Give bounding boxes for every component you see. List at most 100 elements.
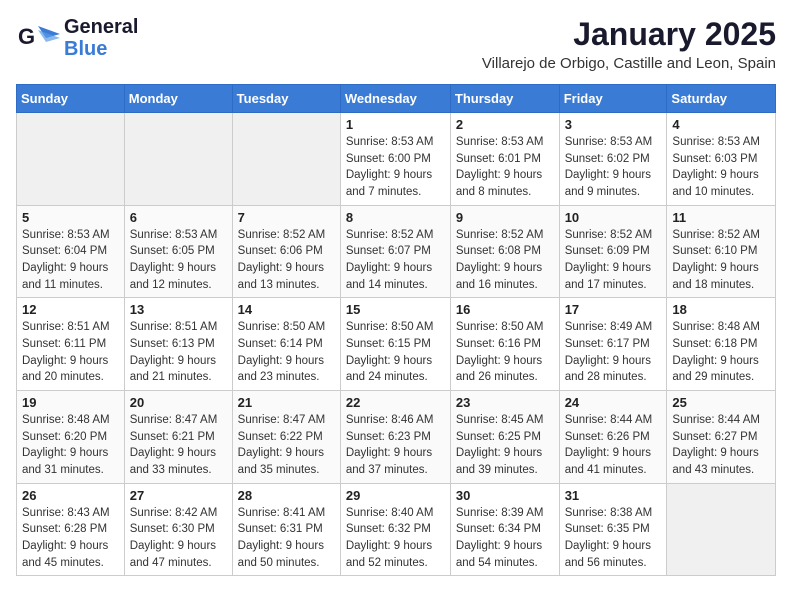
calendar-cell: 16 Sunrise: 8:50 AMSunset: 6:16 PMDayligh… (450, 298, 559, 391)
day-info: Sunrise: 8:51 AMSunset: 6:11 PMDaylight:… (22, 319, 119, 386)
calendar-cell (17, 113, 125, 206)
weekday-thursday: Thursday (450, 85, 559, 113)
day-number: 22 (346, 395, 445, 410)
day-number: 23 (456, 395, 554, 410)
day-info: Sunrise: 8:52 AMSunset: 6:06 PMDaylight:… (238, 227, 335, 294)
day-info: Sunrise: 8:51 AMSunset: 6:13 PMDaylight:… (130, 319, 227, 386)
day-info: Sunrise: 8:44 AMSunset: 6:27 PMDaylight:… (672, 412, 770, 479)
calendar-cell: 4 Sunrise: 8:53 AMSunset: 6:03 PMDaylight… (667, 113, 776, 206)
day-number: 17 (565, 302, 662, 317)
day-info: Sunrise: 8:48 AMSunset: 6:18 PMDaylight:… (672, 319, 770, 386)
calendar-cell: 1 Sunrise: 8:53 AMSunset: 6:00 PMDaylight… (340, 113, 450, 206)
day-number: 19 (22, 395, 119, 410)
month-title: January 2025 (482, 16, 776, 53)
day-info: Sunrise: 8:43 AMSunset: 6:28 PMDaylight:… (22, 505, 119, 572)
day-number: 2 (456, 117, 554, 132)
day-number: 25 (672, 395, 770, 410)
calendar-cell: 15 Sunrise: 8:50 AMSunset: 6:15 PMDayligh… (340, 298, 450, 391)
calendar-week-5: 26Sunrise: 8:43 AMSunset: 6:28 PMDayligh… (17, 483, 776, 576)
calendar-cell: 22 Sunrise: 8:46 AMSunset: 6:23 PMDayligh… (340, 391, 450, 484)
calendar-cell: 5 Sunrise: 8:53 AMSunset: 6:04 PMDaylight… (17, 205, 125, 298)
logo-icon: G (16, 16, 60, 60)
calendar-cell: 25 Sunrise: 8:44 AMSunset: 6:27 PMDayligh… (667, 391, 776, 484)
calendar-cell: 29 Sunrise: 8:40 AMSunset: 6:32 PMDayligh… (340, 483, 450, 576)
day-info: Sunrise: 8:46 AMSunset: 6:23 PMDaylight:… (346, 412, 445, 479)
day-number: 3 (565, 117, 662, 132)
day-info: Sunrise: 8:49 AMSunset: 6:17 PMDaylight:… (565, 319, 662, 386)
day-number: 16 (456, 302, 554, 317)
day-info: Sunrise: 8:42 AMSunset: 6:30 PMDaylight:… (130, 505, 227, 572)
day-number: 29 (346, 488, 445, 503)
day-info: Sunrise: 8:53 AMSunset: 6:01 PMDaylight:… (456, 134, 554, 201)
calendar-cell: 9 Sunrise: 8:52 AMSunset: 6:08 PMDaylight… (450, 205, 559, 298)
page-header: G General Blue January 2025 Villarejo de… (16, 16, 776, 72)
calendar-cell: 21Sunrise: 8:47 AMSunset: 6:22 PMDayligh… (232, 391, 340, 484)
weekday-header-row: SundayMondayTuesdayWednesdayThursdayFrid… (17, 85, 776, 113)
day-number: 30 (456, 488, 554, 503)
calendar-cell: 27 Sunrise: 8:42 AMSunset: 6:30 PMDayligh… (124, 483, 232, 576)
calendar-cell (232, 113, 340, 206)
day-number: 11 (672, 210, 770, 225)
weekday-friday: Friday (559, 85, 667, 113)
day-info: Sunrise: 8:40 AMSunset: 6:32 PMDaylight:… (346, 505, 445, 572)
day-info: Sunrise: 8:39 AMSunset: 6:34 PMDaylight:… (456, 505, 554, 572)
calendar-cell: 7 Sunrise: 8:52 AMSunset: 6:06 PMDaylight… (232, 205, 340, 298)
calendar-cell: 2 Sunrise: 8:53 AMSunset: 6:01 PMDaylight… (450, 113, 559, 206)
calendar-week-3: 12Sunrise: 8:51 AMSunset: 6:11 PMDayligh… (17, 298, 776, 391)
day-info: Sunrise: 8:47 AMSunset: 6:21 PMDaylight:… (130, 412, 227, 479)
day-number: 21 (238, 395, 335, 410)
day-number: 20 (130, 395, 227, 410)
day-number: 4 (672, 117, 770, 132)
calendar-cell: 24Sunrise: 8:44 AMSunset: 6:26 PMDayligh… (559, 391, 667, 484)
calendar-cell (124, 113, 232, 206)
day-info: Sunrise: 8:38 AMSunset: 6:35 PMDaylight:… (565, 505, 662, 572)
calendar-cell: 28Sunrise: 8:41 AMSunset: 6:31 PMDayligh… (232, 483, 340, 576)
day-info: Sunrise: 8:52 AMSunset: 6:07 PMDaylight:… (346, 227, 445, 294)
day-info: Sunrise: 8:50 AMSunset: 6:14 PMDaylight:… (238, 319, 335, 386)
day-number: 14 (238, 302, 335, 317)
day-info: Sunrise: 8:53 AMSunset: 6:05 PMDaylight:… (130, 227, 227, 294)
weekday-saturday: Saturday (667, 85, 776, 113)
day-number: 9 (456, 210, 554, 225)
calendar-cell (667, 483, 776, 576)
calendar-cell: 20 Sunrise: 8:47 AMSunset: 6:21 PMDayligh… (124, 391, 232, 484)
calendar-cell: 13 Sunrise: 8:51 AMSunset: 6:13 PMDayligh… (124, 298, 232, 391)
day-info: Sunrise: 8:41 AMSunset: 6:31 PMDaylight:… (238, 505, 335, 572)
calendar-cell: 26Sunrise: 8:43 AMSunset: 6:28 PMDayligh… (17, 483, 125, 576)
calendar-cell: 10Sunrise: 8:52 AMSunset: 6:09 PMDayligh… (559, 205, 667, 298)
day-number: 24 (565, 395, 662, 410)
day-info: Sunrise: 8:50 AMSunset: 6:16 PMDaylight:… (456, 319, 554, 386)
day-info: Sunrise: 8:50 AMSunset: 6:15 PMDaylight:… (346, 319, 445, 386)
calendar-week-1: 1 Sunrise: 8:53 AMSunset: 6:00 PMDaylight… (17, 113, 776, 206)
day-info: Sunrise: 8:52 AMSunset: 6:08 PMDaylight:… (456, 227, 554, 294)
calendar-cell: 31Sunrise: 8:38 AMSunset: 6:35 PMDayligh… (559, 483, 667, 576)
day-number: 13 (130, 302, 227, 317)
day-number: 15 (346, 302, 445, 317)
calendar-cell: 3Sunrise: 8:53 AMSunset: 6:02 PMDaylight… (559, 113, 667, 206)
calendar-cell: 8 Sunrise: 8:52 AMSunset: 6:07 PMDaylight… (340, 205, 450, 298)
day-number: 1 (346, 117, 445, 132)
day-info: Sunrise: 8:48 AMSunset: 6:20 PMDaylight:… (22, 412, 119, 479)
calendar-cell: 17 Sunrise: 8:49 AMSunset: 6:17 PMDayligh… (559, 298, 667, 391)
weekday-monday: Monday (124, 85, 232, 113)
day-info: Sunrise: 8:53 AMSunset: 6:03 PMDaylight:… (672, 134, 770, 201)
day-number: 7 (238, 210, 335, 225)
calendar-cell: 6 Sunrise: 8:53 AMSunset: 6:05 PMDaylight… (124, 205, 232, 298)
day-info: Sunrise: 8:53 AMSunset: 6:00 PMDaylight:… (346, 134, 445, 201)
weekday-tuesday: Tuesday (232, 85, 340, 113)
day-number: 6 (130, 210, 227, 225)
logo: G General Blue (16, 16, 138, 60)
day-info: Sunrise: 8:52 AMSunset: 6:10 PMDaylight:… (672, 227, 770, 294)
day-number: 8 (346, 210, 445, 225)
day-number: 5 (22, 210, 119, 225)
calendar-cell: 23Sunrise: 8:45 AMSunset: 6:25 PMDayligh… (450, 391, 559, 484)
day-info: Sunrise: 8:53 AMSunset: 6:04 PMDaylight:… (22, 227, 119, 294)
location-title: Villarejo de Orbigo, Castille and Leon, … (482, 55, 776, 72)
title-block: January 2025 Villarejo de Orbigo, Castil… (482, 16, 776, 72)
calendar-cell: 12Sunrise: 8:51 AMSunset: 6:11 PMDayligh… (17, 298, 125, 391)
weekday-sunday: Sunday (17, 85, 125, 113)
day-number: 27 (130, 488, 227, 503)
calendar-body: 1 Sunrise: 8:53 AMSunset: 6:00 PMDaylight… (17, 113, 776, 576)
calendar-cell: 19 Sunrise: 8:48 AMSunset: 6:20 PMDayligh… (17, 391, 125, 484)
day-info: Sunrise: 8:52 AMSunset: 6:09 PMDaylight:… (565, 227, 662, 294)
